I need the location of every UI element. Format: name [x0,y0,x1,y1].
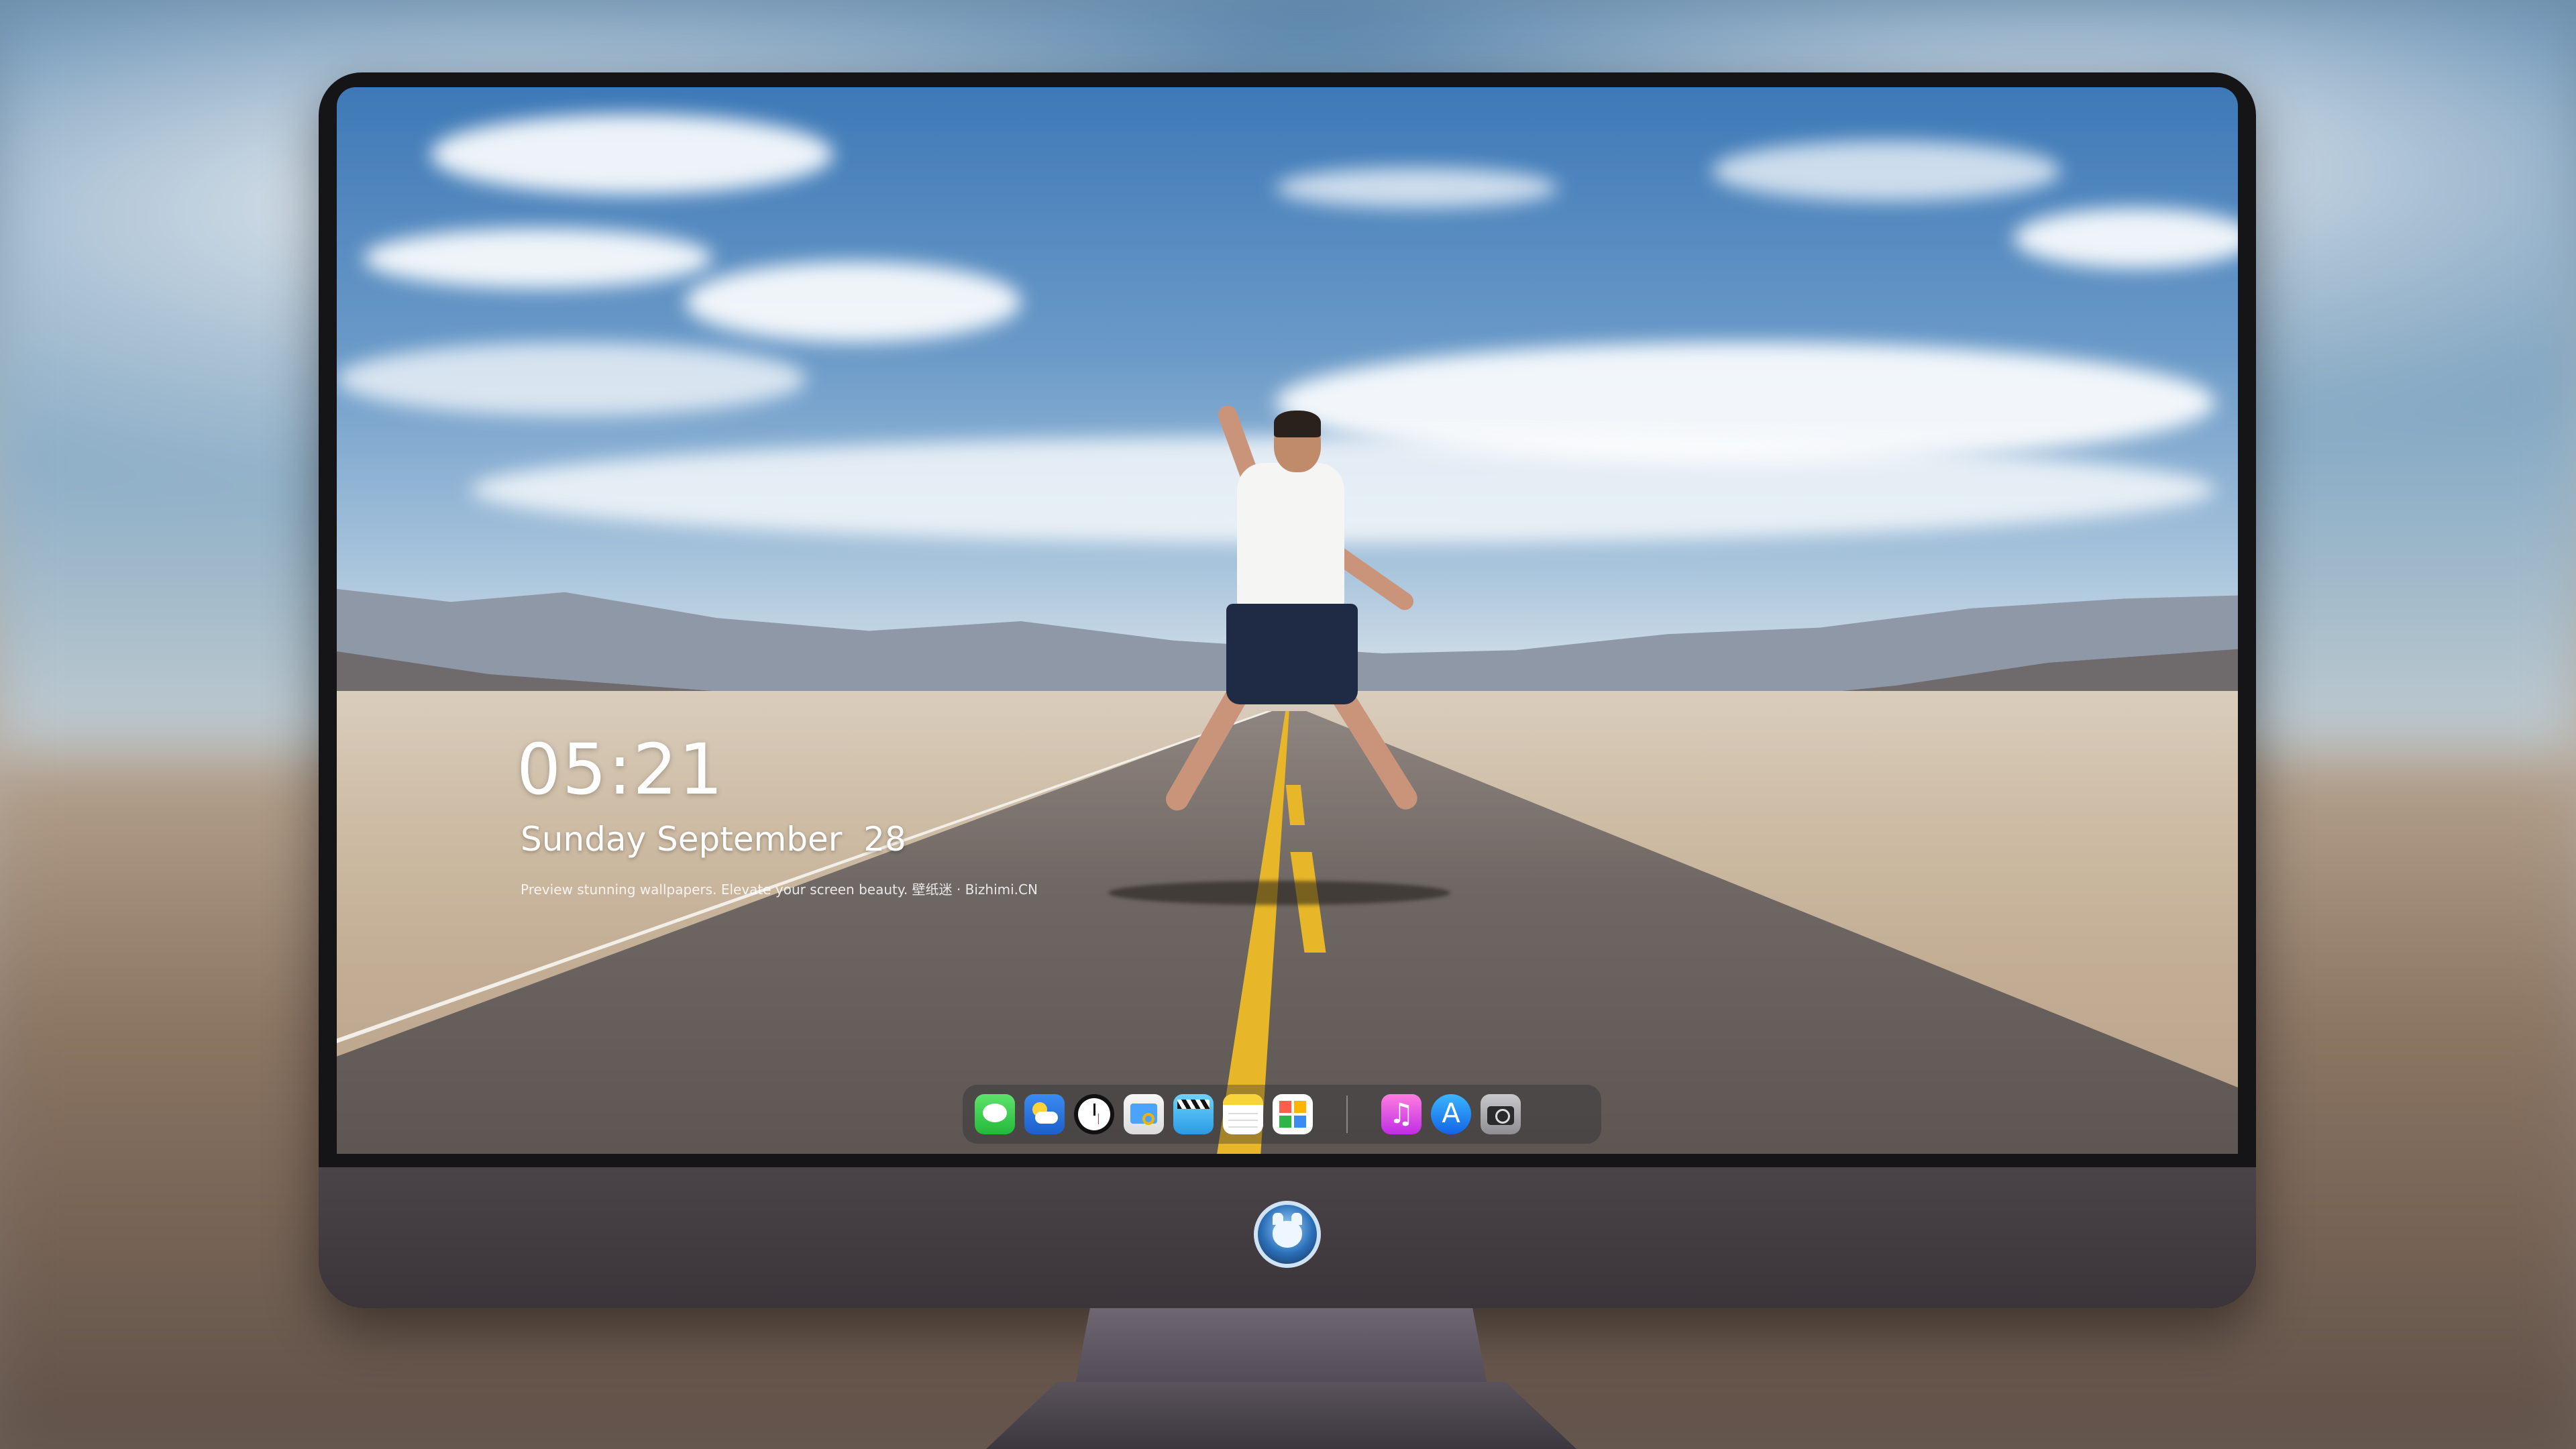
lockscreen-date: Sunday September 28 [521,820,906,859]
monitor-stand-base [986,1382,1576,1449]
lockscreen-clock: 05:21 [517,729,724,810]
dock [963,1085,1601,1144]
wallpaper-caption: Preview stunning wallpapers. Elevate you… [521,881,1038,898]
photos-icon[interactable] [1273,1094,1313,1134]
app-store-icon[interactable] [1431,1094,1471,1134]
preview-icon[interactable] [1124,1094,1164,1134]
clock-icon[interactable] [1074,1094,1114,1134]
messages-icon[interactable] [975,1094,1015,1134]
dock-separator [1346,1095,1348,1133]
clips-icon[interactable] [1173,1094,1214,1134]
camera-icon[interactable] [1481,1094,1521,1134]
notes-icon[interactable] [1223,1094,1263,1134]
kitten-mascot-logo-icon [1254,1201,1321,1268]
weather-icon[interactable] [1024,1094,1065,1134]
desktop-screen: 05:21 Sunday September 28 Preview stunni… [337,87,2238,1154]
music-icon[interactable] [1381,1094,1421,1134]
